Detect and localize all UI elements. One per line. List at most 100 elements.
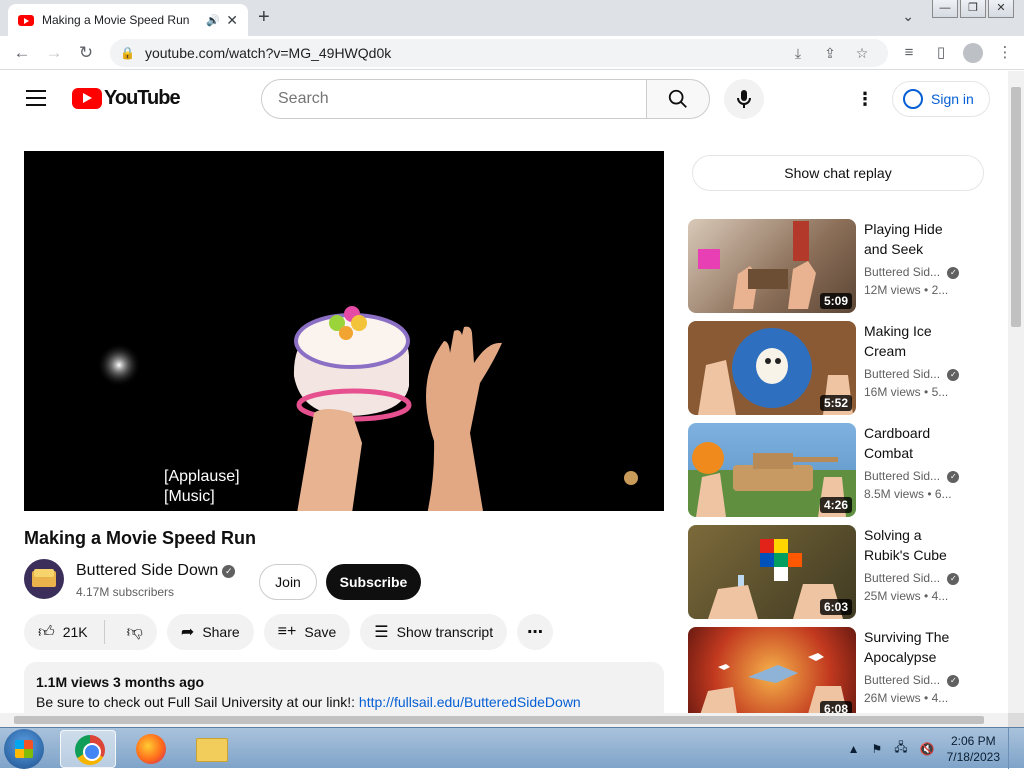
channel-text[interactable]: Buttered Sid... — [864, 367, 940, 381]
list-item[interactable]: 5:09 Playing Hide and Seek Buttered Sid.… — [688, 219, 988, 313]
video-title[interactable]: Solving a Rubik's Cube — [864, 525, 964, 565]
divider — [103, 620, 105, 644]
channel-name[interactable]: Buttered Sid... ✓ — [864, 569, 964, 587]
install-icon[interactable]: ⤓ — [782, 45, 814, 62]
back-arrow-icon[interactable]: ← — [6, 43, 38, 63]
view-count: 16M views • 5... — [864, 383, 964, 401]
like-count[interactable]: 21K — [63, 624, 88, 640]
sign-in-button[interactable]: Sign in — [892, 81, 990, 117]
video-thumbnail[interactable]: 5:52 — [688, 321, 856, 415]
youtube-logo[interactable]: YouTube — [72, 87, 181, 110]
toolbar-right: ≡ ▯ ⋮ — [896, 41, 1018, 65]
clock[interactable]: 2:06 PM 7/18/2023 — [947, 733, 1000, 765]
video-title[interactable]: Surviving The Apocalypse — [864, 627, 964, 667]
video-thumbnail[interactable]: 6:08 — [688, 627, 856, 721]
video-title[interactable]: Making Ice Cream — [864, 321, 964, 361]
description-link[interactable]: http://fullsail.edu/ButteredSideDown — [359, 694, 581, 710]
search-button[interactable] — [646, 79, 710, 119]
scrollbar-thumb[interactable] — [14, 716, 984, 724]
youtube-favicon-icon — [18, 14, 34, 26]
action-center-flag-icon[interactable]: ⚑ — [872, 742, 883, 756]
speaker-icon[interactable]: 🔊 — [206, 14, 220, 27]
thumbs-down-icon[interactable]: 👎︎ — [113, 623, 157, 642]
channel-name[interactable]: Buttered Side Down ✓ — [76, 562, 236, 580]
sign-in-label: Sign in — [931, 91, 974, 107]
youtube-play-icon — [72, 88, 102, 109]
views-text: 26M views — [864, 691, 921, 705]
tab-search-chevron-icon[interactable]: ⌄ — [902, 8, 914, 25]
media-control-icon[interactable]: ≡ — [896, 41, 922, 65]
thumbs-up-icon[interactable]: 👍︎ — [38, 623, 55, 642]
show-transcript-button[interactable]: ☰ Show transcript — [360, 614, 508, 650]
more-actions-icon[interactable]: ⋯ — [517, 614, 554, 650]
view-count: 12M views • 2... — [864, 281, 964, 299]
volume-muted-icon[interactable]: 🔇 — [920, 742, 935, 756]
video-player[interactable]: [Applause] [Music] — [24, 151, 664, 511]
show-chat-replay-button[interactable]: Show chat replay — [692, 155, 984, 191]
subscribe-button[interactable]: Subscribe — [326, 564, 421, 600]
url-text[interactable]: youtube.com/watch?v=MG_49HWQd0k — [145, 45, 782, 61]
list-item[interactable]: 4:26 Cardboard Combat Buttered Sid... ✓ … — [688, 423, 988, 517]
horizontal-scrollbar[interactable] — [0, 713, 1008, 727]
age-text: • 5... — [924, 385, 949, 399]
channel-name[interactable]: Buttered Sid... ✓ — [864, 365, 964, 383]
share-button[interactable]: ➦ Share — [166, 614, 254, 650]
join-button[interactable]: Join — [259, 564, 317, 600]
show-hidden-icons-icon[interactable]: ▲ — [848, 742, 860, 756]
share-page-icon[interactable]: ⇪ — [814, 45, 846, 62]
age-text: • 4... — [924, 691, 949, 705]
forward-arrow-icon[interactable]: → — [38, 43, 70, 63]
youtube-header: YouTube Search ⋮ Sign in — [0, 71, 1008, 127]
video-thumbnail[interactable]: 5:09 — [688, 219, 856, 313]
channel-name[interactable]: Buttered Sid... ✓ — [864, 263, 964, 281]
channel-name-text[interactable]: Buttered Side Down — [76, 562, 218, 579]
video-thumbnail[interactable]: 6:03 — [688, 525, 856, 619]
transcript-icon: ☰ — [374, 624, 389, 641]
minimize-button[interactable]: — — [932, 0, 958, 18]
video-thumbnail[interactable]: 4:26 — [688, 423, 856, 517]
start-button[interactable] — [4, 729, 44, 769]
list-item[interactable]: 5:52 Making Ice Cream Buttered Sid... ✓ … — [688, 321, 988, 415]
bookmark-star-icon[interactable]: ☆ — [846, 45, 878, 62]
channel-text[interactable]: Buttered Sid... — [864, 265, 940, 279]
channel-name[interactable]: Buttered Sid... ✓ — [864, 671, 964, 689]
lock-icon[interactable]: 🔒 — [120, 46, 135, 60]
chrome-menu-icon[interactable]: ⋮ — [992, 41, 1018, 65]
channel-text[interactable]: Buttered Sid... — [864, 571, 940, 585]
description-prefix: Be sure to check out Full Sail Universit… — [36, 694, 359, 710]
share-arrow-icon: ➦ — [180, 624, 195, 641]
like-dislike-group: 👍︎ 21K 👎︎ — [24, 614, 157, 650]
restore-button[interactable]: ❐ — [960, 0, 986, 18]
duration-badge: 4:26 — [819, 497, 852, 513]
video-title[interactable]: Cardboard Combat — [864, 423, 964, 463]
taskbar-firefox[interactable] — [122, 730, 178, 768]
duration-badge: 5:52 — [819, 395, 852, 411]
close-window-button[interactable]: ✕ — [988, 0, 1014, 18]
profile-icon[interactable] — [960, 41, 986, 65]
network-icon[interactable]: 🖧 — [894, 738, 907, 759]
search-input[interactable]: Search — [261, 79, 647, 119]
reload-icon[interactable]: ↻ — [70, 43, 102, 63]
voice-search-button[interactable] — [724, 79, 764, 119]
side-panel-icon[interactable]: ▯ — [928, 41, 954, 65]
transcript-label: Show transcript — [396, 624, 494, 640]
scrollbar-thumb[interactable] — [1011, 87, 1021, 327]
show-desktop-button[interactable] — [1008, 728, 1020, 769]
settings-kebab-icon[interactable]: ⋮ — [856, 89, 874, 110]
browser-tab[interactable]: Making a Movie Speed Run 🔊 ✕ — [8, 4, 248, 36]
channel-avatar[interactable] — [24, 559, 64, 599]
channel-name[interactable]: Buttered Sid... ✓ — [864, 467, 964, 485]
save-button[interactable]: ≡+ Save — [263, 614, 351, 650]
new-tab-button[interactable]: + — [258, 6, 270, 29]
list-item[interactable]: 6:08 Surviving The Apocalypse Buttered S… — [688, 627, 988, 721]
list-item[interactable]: 6:03 Solving a Rubik's Cube Buttered Sid… — [688, 525, 988, 619]
channel-text[interactable]: Buttered Sid... — [864, 469, 940, 483]
taskbar-chrome[interactable] — [60, 730, 116, 768]
vertical-scrollbar[interactable] — [1008, 71, 1024, 713]
address-bar[interactable]: 🔒 youtube.com/watch?v=MG_49HWQd0k ⤓ ⇪ ☆ — [110, 39, 888, 67]
channel-text[interactable]: Buttered Sid... — [864, 673, 940, 687]
video-title[interactable]: Playing Hide and Seek — [864, 219, 964, 259]
close-tab-icon[interactable]: ✕ — [226, 12, 238, 29]
taskbar-explorer[interactable] — [184, 730, 240, 768]
hamburger-menu-icon[interactable] — [26, 90, 46, 106]
